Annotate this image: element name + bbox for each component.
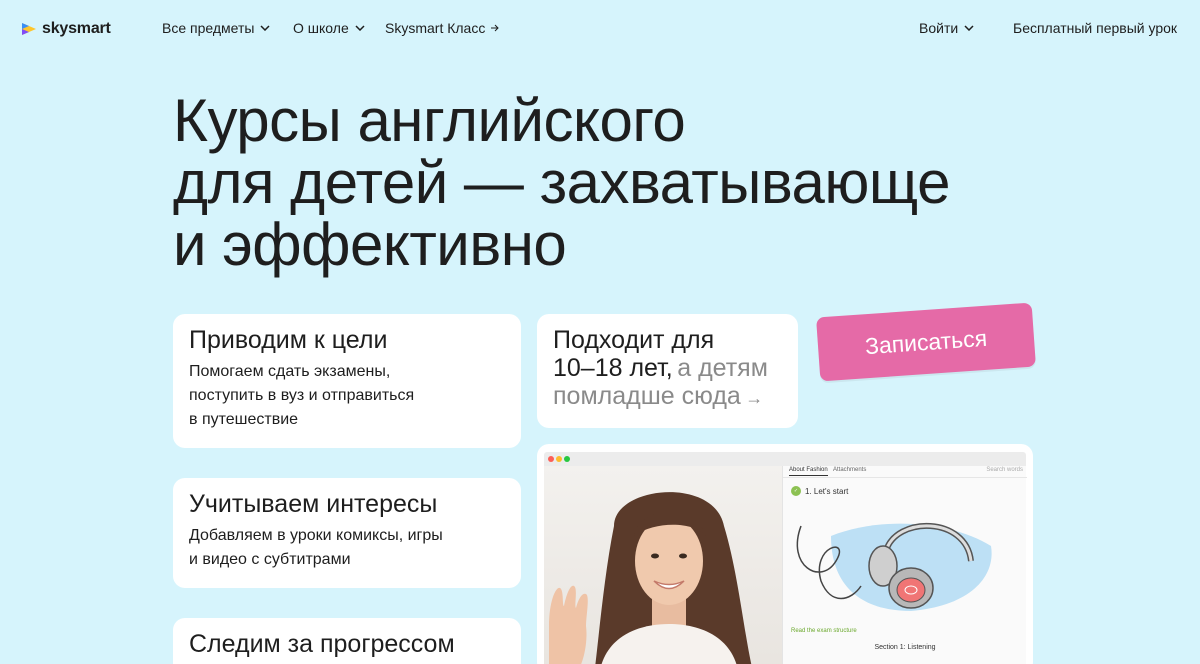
section-label: Section 1: Listening: [874, 644, 936, 651]
chevron-down-icon: [964, 25, 974, 31]
younger-kids-link[interactable]: а детям: [677, 354, 768, 382]
lesson-panel: About Fashion Attachments Search words ✓…: [782, 466, 1027, 664]
teacher-video: [544, 466, 782, 664]
age-card-line: Подходит для: [553, 326, 715, 354]
page-title-line: Курсы английского: [173, 87, 686, 154]
nav-about-school[interactable]: О школе: [293, 20, 365, 36]
teacher-image: [549, 492, 752, 664]
age-range: 10–18 лет,: [553, 354, 673, 382]
page-title-line: и эффективно: [173, 211, 567, 278]
feature-card-goal: Приводим к цели Помогаем сдать экзамены,…: [173, 314, 521, 448]
feature-card-progress: Следим за прогрессом: [173, 618, 521, 664]
page-title-line: для детей — захватывающе: [173, 149, 950, 216]
feature-card-title: Следим за прогрессом: [189, 630, 455, 658]
feature-card-text-line: в путешествие: [189, 411, 299, 428]
lesson-tabs: About Fashion Attachments Search words: [783, 466, 1027, 478]
headphones-illustration: [796, 522, 992, 611]
chevron-down-icon: [260, 25, 270, 31]
feature-card-text-line: и видео с субтитрами: [189, 551, 351, 568]
exam-structure-caption: Read the exam structure: [791, 628, 857, 634]
arrow-right-icon: [491, 24, 500, 32]
window-close-icon: [548, 456, 554, 462]
signup-button[interactable]: Записаться: [816, 302, 1036, 382]
lesson-step-label: 1. Let's start: [805, 486, 849, 496]
feature-card-title: Учитываем интересы: [189, 490, 438, 518]
younger-kids-link[interactable]: помладше сюда: [553, 382, 741, 410]
tab-about-fashion[interactable]: About Fashion: [789, 467, 828, 476]
logo-text: skysmart: [42, 20, 111, 37]
step-badge-icon: ✓: [791, 486, 801, 496]
page-title: Курсы английского для детей — захватываю…: [173, 90, 1073, 276]
age-card: Подходит для 10–18 лет, а детям помладше…: [537, 314, 798, 428]
login-label: Войти: [919, 20, 959, 36]
skysmart-play-icon: [22, 23, 36, 35]
search-input[interactable]: Search words: [986, 467, 1023, 473]
feature-card-title: Приводим к цели: [189, 326, 388, 354]
feature-card-text: Помогаем сдать экзамены, поступить в вуз…: [189, 360, 505, 432]
chevron-down-icon: [355, 25, 365, 31]
arrow-right-icon[interactable]: →: [745, 388, 763, 408]
nav-about-school-label: О школе: [293, 20, 349, 36]
feature-card-interests: Учитываем интересы Добавляем в уроки ком…: [173, 478, 521, 588]
window-titlebar: [544, 452, 1026, 466]
nav-all-subjects-label: Все предметы: [162, 20, 255, 36]
feature-card-text-line: Помогаем сдать экзамены,: [189, 363, 391, 380]
lesson-step: ✓ 1. Let's start: [791, 486, 848, 496]
nav-skysmart-class-label: Skysmart Класс: [385, 20, 486, 36]
free-lesson-link[interactable]: Бесплатный первый урок: [1013, 20, 1177, 36]
feature-card-text: Добавляем в уроки комиксы, игры и видео …: [189, 524, 505, 572]
lesson-preview: About Fashion Attachments Search words ✓…: [537, 444, 1033, 664]
window-minimize-icon: [556, 456, 562, 462]
nav-all-subjects[interactable]: Все предметы: [162, 20, 270, 36]
tab-attachments[interactable]: Attachments: [833, 467, 866, 473]
logo[interactable]: skysmart: [20, 20, 111, 38]
feature-card-text-line: Добавляем в уроки комиксы, игры: [189, 527, 443, 544]
top-nav: skysmart Все предметы О школе Skysmart К…: [0, 0, 1200, 60]
feature-card-text-line: поступить в вуз и отправиться: [189, 387, 415, 404]
nav-skysmart-class[interactable]: Skysmart Класс: [385, 20, 500, 36]
window-maximize-icon: [564, 456, 570, 462]
login-dropdown[interactable]: Войти: [919, 20, 974, 36]
